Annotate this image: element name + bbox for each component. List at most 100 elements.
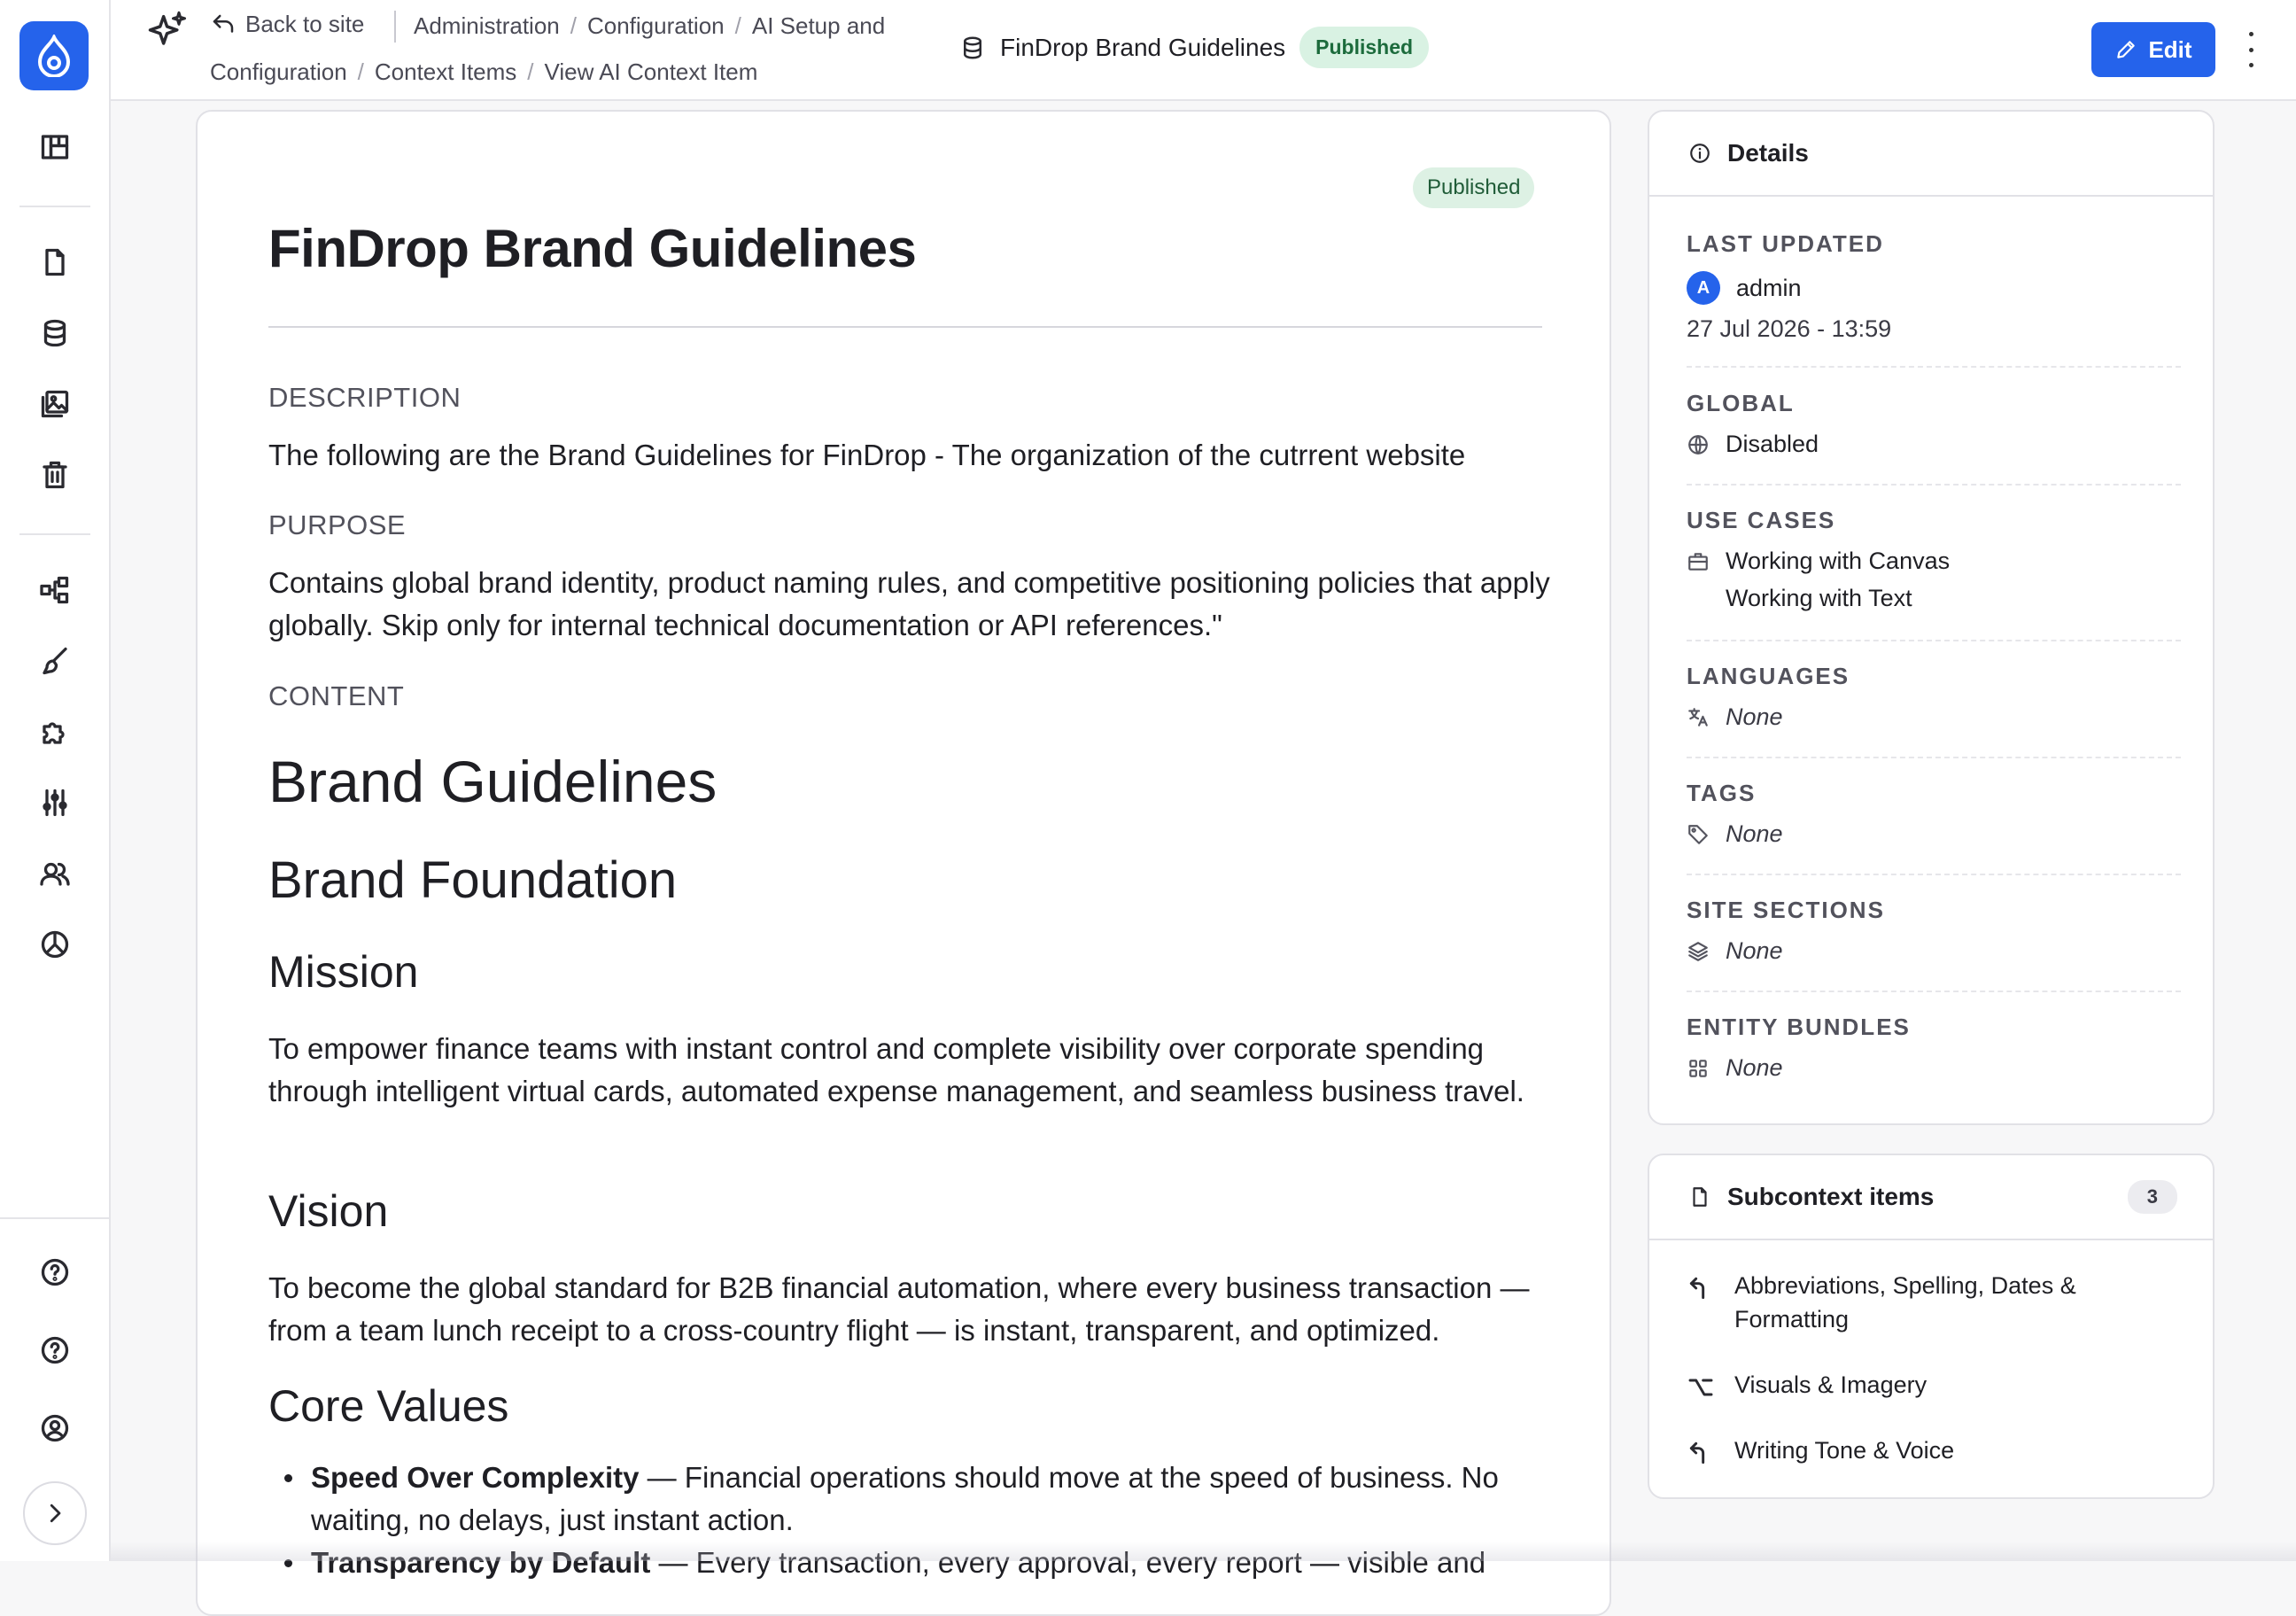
languages-row: None [1687,703,1783,731]
info-icon [1690,144,1710,163]
breadcrumb-context-items[interactable]: Context Items [375,58,516,85]
breadcrumb-line-2: Configuration / Context Items / View AI Cont… [210,58,758,85]
reports-icon[interactable] [35,925,74,964]
languages-label: LANGUAGES [1687,663,1850,689]
global-label: GLOBAL [1687,390,1795,416]
core-values-heading: Core Values [268,1381,509,1431]
updated-by: A admin [1687,271,1802,305]
page-icon[interactable] [35,243,74,282]
core-values-list: Speed Over Complexity — Financial operat… [268,1457,1553,1584]
subcontext-item[interactable]: Writing Tone & Voice [1687,1433,2165,1467]
database-icon[interactable] [35,314,74,353]
content-h2: Brand Foundation [268,851,678,909]
edit-button[interactable]: Edit [2091,22,2215,77]
description-label: DESCRIPTION [268,382,462,413]
site-sections-row: None [1687,937,1783,965]
breadcrumb-current: View AI Context Item [544,58,758,85]
expand-sidebar-button[interactable] [23,1481,87,1545]
use-case-row: Working with Text [1726,585,1912,612]
details-heading: Details [1727,139,1809,167]
appearance-icon[interactable] [35,641,74,680]
list-item: Speed Over Complexity — Financial operat… [268,1457,1553,1542]
subcontext-item[interactable]: Visuals & Imagery [1687,1368,2165,1402]
subcontext-item[interactable]: Abbreviations, Spelling, Dates & Formatt… [1687,1269,2165,1336]
status-badge: Published [1299,27,1430,68]
description-text: The following are the Brand Guidelines f… [268,439,1466,471]
breadcrumb-ai-setup-cont[interactable]: Configuration [210,58,347,85]
breadcrumb-configuration[interactable]: Configuration [587,12,725,39]
configuration-icon[interactable] [35,783,74,822]
tags-row: None [1687,820,1783,848]
back-to-site-link[interactable]: Back to site [210,11,364,38]
support-icon[interactable] [35,1331,74,1370]
edit-button-label: Edit [2148,35,2192,63]
entity-bundles-row: None [1687,1054,1783,1082]
vision-heading: Vision [268,1186,389,1236]
drupal-logo-icon[interactable] [19,21,89,90]
site-sections-value: None [1726,937,1783,964]
use-case-row: Working with Canvas [1687,548,1950,575]
dashboard-icon[interactable] [35,128,74,167]
mission-heading: Mission [268,947,419,997]
user-account-icon[interactable] [35,1409,74,1448]
entity-bundles-value: None [1726,1054,1783,1081]
entity-bundles-label: ENTITY BUNDLES [1687,1014,1911,1040]
content-h1: Brand Guidelines [268,749,718,814]
subcontext-item-label: Visuals & Imagery [1734,1371,1928,1398]
page-title: FinDrop Brand Guidelines [1000,33,1286,61]
pencil-icon [2117,41,2136,58]
subcontext-heading: Subcontext items [1727,1183,1935,1210]
card-status-badge: Published [1413,167,1535,208]
people-icon[interactable] [35,854,74,893]
tags-value: None [1726,820,1783,847]
subcontext-count-badge: 3 [2127,1180,2177,1214]
breadcrumb-administration[interactable]: Administration [414,12,560,39]
avatar: A [1687,271,1720,305]
site-sections-label: SITE SECTIONS [1687,897,1885,923]
value-name: Speed Over Complexity [311,1461,640,1494]
subcontext-item-label: Abbreviations, Spelling, Dates & Formatt… [1734,1272,2076,1332]
sidebar [0,0,111,1561]
help-icon[interactable] [35,1253,74,1292]
layers-icon [1688,941,1708,961]
updated-date: 27 Jul 2026 - 13:59 [1687,315,1892,342]
global-value: Disabled [1726,431,1819,457]
content-label: CONTENT [268,680,405,711]
document-icon [1693,1187,1707,1207]
briefcase-icon [1688,552,1708,571]
breadcrumb: Administration / Configuration / AI Setup an… [414,12,886,39]
updated-by-user[interactable]: admin [1736,275,1802,302]
structure-icon[interactable] [35,571,74,610]
details-header: Details [1649,112,2213,197]
subcontext-item-label: Writing Tone & Voice [1734,1437,1955,1464]
tags-label: TAGS [1687,780,1757,806]
translate-icon [1688,707,1708,726]
last-updated-label: LAST UPDATED [1687,230,1884,257]
use-case-item: Working with Canvas [1726,548,1951,574]
vision-text: To become the global standard for B2B fi… [268,1271,1530,1347]
more-options-icon[interactable] [2242,32,2260,67]
title-divider [268,326,1542,328]
extend-icon[interactable] [35,712,74,751]
page-title-group: FinDrop Brand Guidelines Published [959,27,1430,68]
grid-icon [1689,1059,1707,1077]
top-bar: Back to site Administration / Configuratio… [111,0,2296,101]
option-key-icon [1688,1379,1713,1396]
corner-up-icon [1689,1277,1705,1300]
context-item-card: Published FinDrop Brand Guidelines DESCR… [196,110,1611,1616]
chevron-right-icon [50,1503,61,1523]
corner-up-icon [1689,1441,1705,1464]
item-title: FinDrop Brand Guidelines [268,219,917,278]
globe-icon [1688,434,1708,454]
trash-icon[interactable] [35,455,74,494]
ai-sparkle-icon[interactable] [144,9,190,59]
languages-value: None [1726,703,1783,730]
subcontext-panel: Subcontext items 3 Abbreviations, Spelli… [1648,1154,2215,1499]
global-value-row: Disabled [1687,431,1819,458]
details-panel: Details LAST UPDATED A admin 27 Jul 2026… [1648,110,2215,1125]
breadcrumb-ai-setup[interactable]: AI Setup and [752,12,885,39]
subcontext-header: Subcontext items 3 [1649,1155,2213,1240]
purpose-text: Contains global brand identity, product … [268,566,1550,641]
media-icon[interactable] [35,385,74,423]
use-case-item: Working with Text [1726,585,1912,611]
